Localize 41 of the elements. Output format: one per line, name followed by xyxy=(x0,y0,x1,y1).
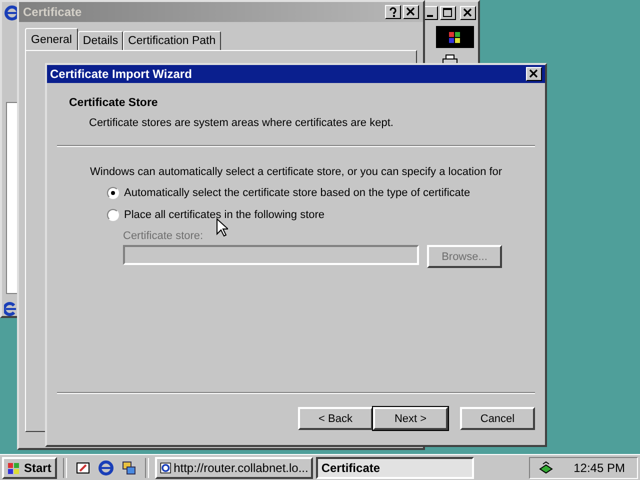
mouse-pointer-icon xyxy=(216,218,228,237)
tab[interactable]: Details xyxy=(78,31,124,50)
page-subtitle: Certificate stores are system areas where certificates are kept. xyxy=(88,116,394,129)
radio-label[interactable]: Place all certificates in the following store xyxy=(124,209,325,221)
radio-button[interactable] xyxy=(107,187,119,199)
wizard-button[interactable]: Next > xyxy=(373,407,448,430)
maximize-button[interactable] xyxy=(440,6,456,20)
window-title: Certificate Import Wizard xyxy=(50,67,192,81)
wizard-button[interactable]: Cancel xyxy=(460,407,535,430)
desktop-icon[interactable] xyxy=(75,460,92,476)
taskbar-button[interactable]: http://router.collabnet.lo... xyxy=(155,456,314,478)
web-page-icon xyxy=(160,460,172,476)
taskbar-button[interactable]: Certificate xyxy=(316,456,474,478)
help-button[interactable] xyxy=(385,5,401,19)
browser-icon[interactable] xyxy=(98,460,114,476)
radio-label[interactable]: Automatically select the certificate store based on the type of certificate xyxy=(124,187,470,199)
start-button[interactable]: Start xyxy=(2,456,58,478)
close-icon xyxy=(406,7,416,17)
close-icon xyxy=(529,69,539,79)
page-heading: Certificate Store xyxy=(69,97,159,109)
window-title: Certificate xyxy=(23,5,82,19)
minimize-icon xyxy=(427,15,433,17)
windows-logo xyxy=(436,26,474,48)
clock: 12:45 PM xyxy=(574,460,625,474)
close-button[interactable] xyxy=(403,5,419,19)
close-icon xyxy=(463,8,473,18)
store-label: Certificate store: xyxy=(123,230,204,242)
maximize-icon xyxy=(443,8,453,18)
browser-icon[interactable] xyxy=(4,5,20,21)
radio-button[interactable] xyxy=(107,209,119,221)
sync-icon[interactable] xyxy=(121,460,138,476)
tab[interactable]: General xyxy=(25,28,78,50)
close-button[interactable] xyxy=(460,6,476,20)
close-button[interactable] xyxy=(526,67,542,81)
store-field[interactable] xyxy=(123,245,419,265)
network-icon[interactable] xyxy=(538,460,554,476)
tab[interactable]: Certification Path xyxy=(123,31,221,50)
help-icon xyxy=(388,7,398,17)
browser-icon xyxy=(4,302,16,316)
wizard-button[interactable]: < Back xyxy=(298,407,373,430)
instruction-text: Windows can automatically select a certificate store, or you can specify a location for xyxy=(90,166,504,178)
